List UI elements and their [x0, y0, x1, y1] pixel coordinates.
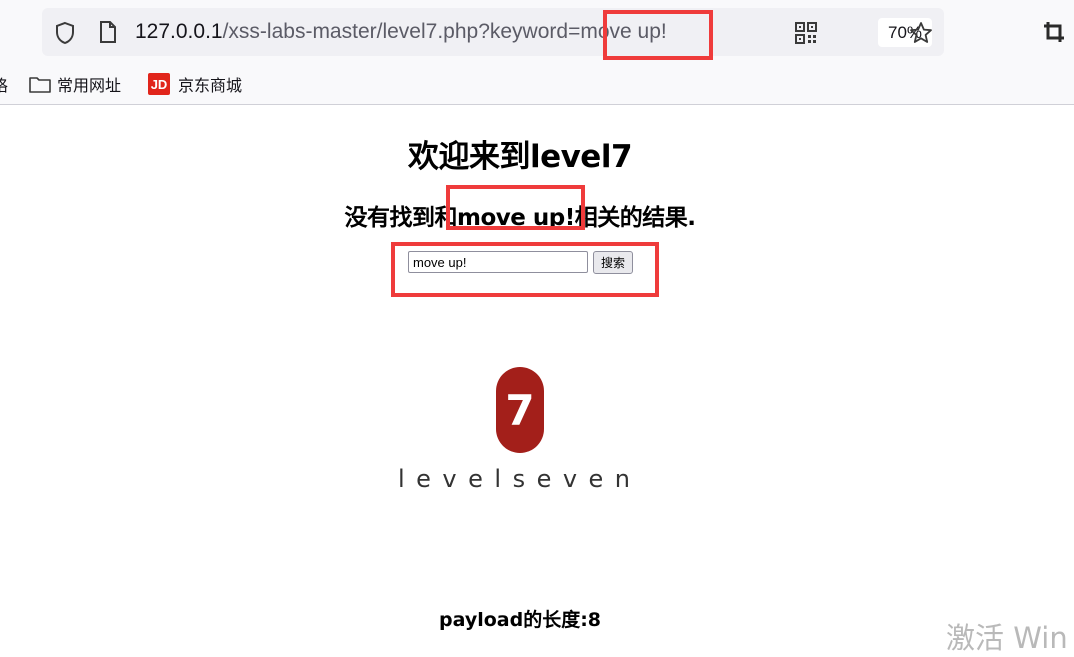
bookmarks-bar: 咯 常用网址 JD 京东商城 — [0, 68, 1074, 100]
url-bar[interactable]: 127.0.0.1/xss-labs-master/level7.php?key… — [42, 8, 944, 56]
bookmark-partial[interactable]: 咯 — [0, 71, 8, 97]
url-path: /xss-labs-master/level7.php?keyword=move… — [222, 20, 667, 43]
level-logo-badge: 7 — [496, 367, 544, 453]
qr-code-icon[interactable] — [794, 21, 818, 45]
browser-chrome: 127.0.0.1/xss-labs-master/level7.php?key… — [0, 0, 1074, 105]
bookmark-jd[interactable]: JD 京东商城 — [148, 71, 242, 97]
activation-watermark: 激活 Win — [946, 621, 1068, 655]
crop-icon[interactable] — [1042, 20, 1066, 44]
jd-icon: JD — [148, 73, 170, 95]
url-host: 127.0.0.1 — [135, 20, 223, 43]
bookmark-folder-common[interactable]: 常用网址 — [29, 71, 121, 97]
level-logo-text: levelseven — [398, 465, 642, 493]
page-icon — [97, 20, 119, 44]
result-keyword-highlight — [446, 185, 585, 230]
page-content: 欢迎来到level7 没有找到和move up!相关的结果. 搜索 7 leve… — [0, 105, 1074, 655]
url-text[interactable]: 127.0.0.1/xss-labs-master/level7.php?key… — [135, 18, 667, 46]
bookmark-partial-label: 咯 — [0, 76, 9, 95]
payload-length: payload的长度:8 — [438, 609, 602, 631]
search-form-highlight — [391, 242, 659, 297]
folder-icon — [29, 75, 51, 93]
bookmark-label: 常用网址 — [57, 76, 122, 95]
star-icon[interactable] — [908, 20, 934, 46]
url-keyword-highlight — [603, 10, 713, 60]
result-prefix: 没有找到和 — [344, 205, 458, 231]
page-title: 欢迎来到level7 — [407, 139, 633, 175]
bookmark-label: 京东商城 — [178, 76, 243, 95]
result-suffix: 相关的结果. — [574, 205, 696, 231]
shield-icon[interactable] — [52, 20, 78, 46]
